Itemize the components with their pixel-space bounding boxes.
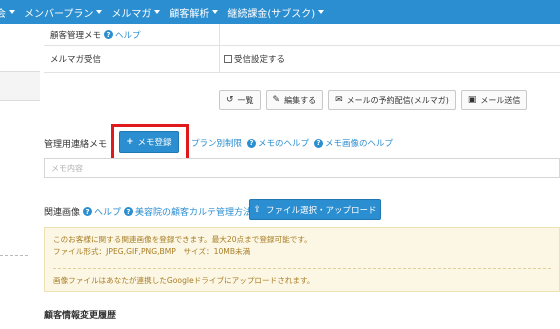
- nav-item-member[interactable]: 会: [0, 5, 15, 20]
- divider: [0, 100, 40, 101]
- edit-button[interactable]: ✎ 編集する: [265, 90, 324, 110]
- mailmagazine-checkbox[interactable]: [224, 55, 232, 63]
- nav-item-member-plan[interactable]: メンバープラン: [24, 5, 103, 20]
- divider: [53, 268, 551, 269]
- notice-text: 画像ファイルはあなたが連携したGoogleドライブにアップロードされます。: [53, 276, 315, 285]
- action-button-group: ↺ 一覧 ✎ 編集する ✉ メールの予約配信(メルマガ) ▣ メール送信: [219, 90, 528, 110]
- chevron-down-icon: [154, 10, 161, 14]
- button-label: メモ登録: [137, 138, 172, 148]
- info-label: 顧客管理メモ ? ヘルプ: [44, 24, 220, 45]
- memo-label: 顧客管理メモ: [50, 30, 102, 41]
- nav-item-mailmagazine[interactable]: メルマガ: [111, 5, 161, 20]
- question-circle-icon: ?: [83, 207, 93, 216]
- plus-icon: +: [126, 137, 134, 147]
- images-help-link[interactable]: ? ヘルプ: [80, 205, 121, 218]
- question-circle-icon: ?: [104, 30, 114, 39]
- link-label: 美容院の顧客カルテ管理方法: [135, 208, 253, 218]
- question-circle-icon: ?: [314, 138, 324, 148]
- help-link-label: ヘルプ: [115, 30, 141, 41]
- customer-info-table: 顧客管理メモ ? ヘルプ メルマガ受信 受信設定する: [44, 24, 560, 73]
- memo-add-button[interactable]: + メモ登録: [119, 131, 179, 153]
- nav-item-label: メンバープラン: [24, 8, 94, 20]
- sidebar-block: [0, 72, 40, 100]
- list-button[interactable]: ↺ 一覧: [219, 90, 261, 110]
- nav-item-label: 顧客解析: [169, 8, 210, 20]
- memo-image-help-link[interactable]: ? メモ画像のヘルプ: [311, 137, 393, 149]
- checkbox-label: 受信設定する: [234, 55, 286, 65]
- button-label: ファイル選択・アップロード: [266, 205, 377, 216]
- plan-limit-link[interactable]: プラン別制限: [191, 137, 242, 149]
- link-label: プラン別制限: [191, 139, 243, 149]
- button-label: 編集する: [284, 95, 317, 105]
- memo-content-input[interactable]: [44, 158, 560, 178]
- nav-item-label: メルマガ: [111, 8, 152, 20]
- undo-icon: ↺: [226, 95, 234, 105]
- chevron-down-icon: [318, 10, 325, 14]
- button-label: メール送信: [480, 95, 521, 105]
- images-section-title: 関連画像: [44, 208, 81, 218]
- envelope-icon: ✉: [335, 95, 343, 105]
- mail-schedule-button[interactable]: ✉ メールの予約配信(メルマガ): [328, 90, 456, 110]
- memo-section-title: 管理用連絡メモ: [44, 140, 108, 150]
- info-row-memo: 顧客管理メモ ? ヘルプ: [44, 24, 560, 46]
- chevron-down-icon: [96, 10, 103, 14]
- question-circle-icon: ?: [247, 138, 257, 148]
- images-section-header: 関連画像 ? ヘルプ ? 美容院の顧客カルテ管理方法: [44, 205, 252, 218]
- sidebar-remnant: [0, 24, 40, 329]
- inbox-icon: ▣: [467, 95, 477, 105]
- button-label: 一覧: [237, 95, 254, 105]
- top-navigation-bar: 会 メンバープラン メルマガ 顧客解析 継続課金(サブスク): [0, 0, 560, 24]
- nav-item-subscription[interactable]: 継続課金(サブスク): [227, 5, 325, 20]
- nav-item-label: 継続課金(サブスク): [227, 8, 316, 20]
- nav-item-label: 会: [0, 8, 6, 20]
- divider: [0, 255, 28, 256]
- info-row-mailmagazine: メルマガ受信 受信設定する: [44, 46, 560, 73]
- info-label: メルマガ受信: [44, 46, 220, 72]
- change-history-title: 顧客情報変更履歴: [44, 311, 117, 321]
- button-label: メールの予約配信(メルマガ): [346, 95, 449, 105]
- question-circle-icon: ?: [124, 207, 134, 216]
- pencil-icon: ✎: [272, 95, 281, 105]
- chevron-down-icon: [212, 10, 219, 14]
- link-label: メモ画像のヘルプ: [325, 139, 394, 149]
- chevron-down-icon: [9, 10, 15, 14]
- info-value: 受信設定する: [220, 53, 285, 65]
- upload-icon: ⇪: [253, 204, 262, 215]
- file-upload-button[interactable]: ⇪ ファイル選択・アップロード: [249, 199, 381, 220]
- link-label: メモのヘルプ: [258, 139, 310, 149]
- karte-help-link[interactable]: ? 美容院の顧客カルテ管理方法: [121, 205, 252, 218]
- help-link[interactable]: ? ヘルプ: [101, 29, 141, 41]
- nav-item-customer-analysis[interactable]: 顧客解析: [169, 5, 219, 20]
- notice-text: ファイル形式：JPEG,GIF,PNG,BMP サイズ：10MB未満: [53, 247, 251, 256]
- image-upload-notice: このお客様に関する関連画像を登録できます。最大20点まで登録可能です。 ファイル…: [44, 227, 560, 292]
- memo-help-links: プラン別制限 ? メモのヘルプ ? メモ画像のヘルプ: [191, 137, 395, 149]
- memo-help-link[interactable]: ? メモのヘルプ: [244, 137, 309, 149]
- link-label: ヘルプ: [94, 208, 122, 218]
- notice-text: このお客様に関する関連画像を登録できます。最大20点まで登録可能です。: [53, 235, 312, 244]
- divider: [0, 71, 40, 72]
- mail-send-button[interactable]: ▣ メール送信: [460, 90, 528, 110]
